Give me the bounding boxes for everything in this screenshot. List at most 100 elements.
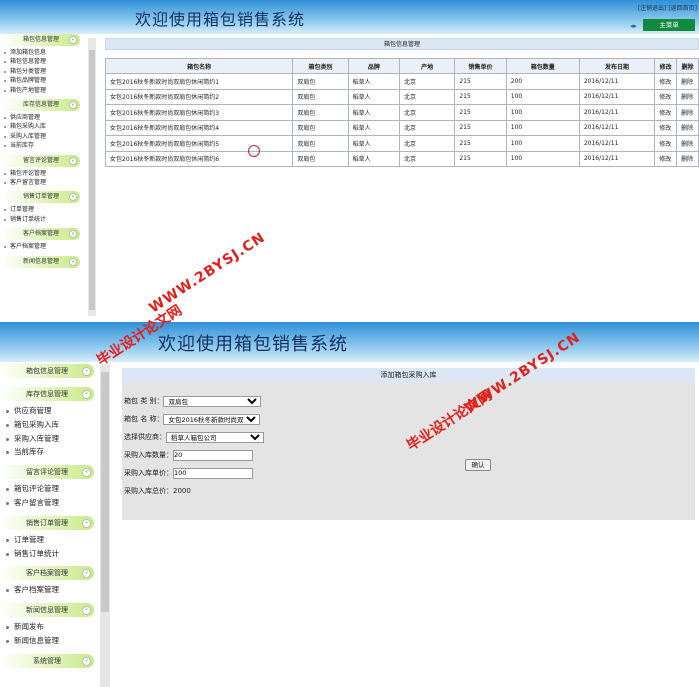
sidebar-item[interactable]: 供应商管理 — [4, 113, 96, 122]
sidebar-section-header[interactable]: 箱包信息管理 « — [0, 364, 94, 378]
sidebar-item[interactable]: 新闻发布 — [6, 620, 110, 634]
sidebar-section-title: 客户档案管理 — [22, 230, 59, 238]
category-select[interactable]: 双肩包 — [163, 395, 262, 407]
sidebar-section-header[interactable]: 销售订单管理 « — [2, 191, 80, 204]
sidebar-item[interactable]: 新闻信息管理 — [6, 634, 110, 648]
table-cell: 北京 — [399, 135, 456, 152]
collapse-icon[interactable]: « — [82, 367, 91, 376]
collapse-icon[interactable]: « — [69, 101, 77, 110]
collapse-icon[interactable]: « — [69, 230, 77, 239]
delete-link[interactable]: 删除 — [676, 150, 699, 167]
edit-link[interactable]: 修改 — [654, 104, 678, 121]
name-label: 箱包 名 称： — [124, 415, 164, 423]
sidebar-section-header[interactable]: 客户档案管理 « — [2, 228, 80, 241]
sidebar-item[interactable]: 添加箱包信息 — [4, 48, 96, 57]
collapse-icon[interactable]: « — [82, 518, 91, 528]
sidebar-item[interactable]: 客户档案管理 — [6, 583, 110, 597]
table-cell: 女包2016秋冬新款时尚双肩包休闲简约4 — [104, 119, 294, 136]
edit-link[interactable]: 修改 — [654, 150, 678, 167]
sidebar-item[interactable]: 订单管理 — [6, 533, 110, 547]
table-row: 女包2016秋冬新款时尚双肩包休闲简约6 双肩包 稻草人 北京 215 100 2016/1… — [104, 150, 699, 167]
sidebar-section-items: 箱包评论管理 客户留言管理 — [0, 479, 110, 516]
sidebar-section-header[interactable]: 新闻信息管理 « — [0, 603, 94, 618]
main-menu-button[interactable]: 主菜单 — [643, 19, 695, 31]
collapse-icon[interactable]: « — [82, 606, 91, 616]
collapse-icon[interactable]: « — [82, 468, 91, 478]
edit-link[interactable]: 修改 — [654, 88, 678, 105]
delete-link[interactable]: 删除 — [676, 135, 699, 152]
sidebar-item[interactable]: 订单管理 — [4, 205, 96, 214]
sidebar-item[interactable]: 客户档案管理 — [4, 242, 96, 251]
bag-table: 箱包名称 箱包类别 品牌 产地 销售单价 箱包数量 发布日期 修改 删除 女包2016秋冬新款时… — [104, 58, 699, 167]
sidebar-section-header[interactable]: 库存信息管理 « — [2, 99, 80, 112]
quantity-input[interactable] — [173, 449, 253, 461]
sidebar-section-title: 销售订单管理 — [22, 193, 59, 201]
collapse-icon[interactable]: « — [69, 156, 77, 165]
sidebar-item[interactable]: 客户留言管理 — [4, 178, 96, 187]
table-cell: 200 — [505, 73, 580, 90]
sidebar-section-header[interactable]: 库存信息管理 « — [0, 387, 94, 401]
sidebar-item[interactable]: 箱包产地管理 — [4, 86, 96, 95]
table-cell: 双肩包 — [292, 104, 349, 121]
table-cell: 双肩包 — [292, 135, 349, 152]
menu-arrows-icon: ◂▸ — [629, 22, 637, 30]
collapse-icon[interactable]: « — [69, 193, 77, 202]
collapse-icon[interactable]: « — [69, 257, 77, 266]
sidebar-item[interactable]: 销售订单统计 — [4, 215, 96, 224]
sidebar-section-header[interactable]: 留言评论管理 « — [2, 154, 80, 167]
delete-link[interactable]: 删除 — [676, 119, 699, 136]
sidebar-item[interactable]: 箱包品牌管理 — [4, 76, 96, 85]
table-cell: 北京 — [399, 150, 456, 167]
collapse-icon[interactable]: « — [82, 656, 91, 666]
bag-name-select[interactable]: 女包2016秋冬新款时尚双 — [163, 413, 261, 425]
home-link[interactable]: [返回首页] — [668, 5, 697, 12]
sidebar-section-items: 客户档案管理 — [0, 240, 96, 255]
sidebar-item[interactable]: 箱包采购入库 — [6, 418, 110, 432]
purchase-form: 箱包 类 别： 双肩包 箱包 名 称： 女包2016秋冬新款时尚双 选择供应商：… — [122, 382, 695, 500]
confirm-button[interactable]: 确认 — [465, 459, 491, 471]
column-header: 修改 — [654, 58, 678, 74]
collapse-icon[interactable]: « — [69, 36, 77, 44]
collapse-icon[interactable]: « — [82, 390, 91, 399]
collapse-icon[interactable]: « — [82, 569, 91, 579]
table-cell: 215 — [454, 73, 507, 90]
unit-price-input[interactable] — [173, 467, 253, 479]
sidebar-section-header[interactable]: 销售订单管理 « — [0, 515, 94, 530]
sidebar-item[interactable]: 当前库存 — [4, 141, 96, 150]
sidebar-section-header[interactable]: 客户档案管理 « — [0, 566, 94, 581]
sidebar-section-items: 供应商管理 箱包采购入库 采购入库管理 当前库存 — [0, 111, 96, 155]
sidebar-item[interactable]: 箱包信息管理 — [4, 57, 96, 66]
sidebar-item[interactable]: 采购入库管理 — [6, 432, 110, 446]
sidebar-item[interactable]: 销售订单统计 — [6, 547, 110, 561]
table-row: 女包2016秋冬新款时尚双肩包休闲简约4 双肩包 稻草人 北京 215 100 2016/1… — [104, 119, 699, 136]
table-row: 女包2016秋冬新款时尚双肩包休闲简约5 双肩包 稻草人 北京 215 100 2016/1… — [104, 135, 699, 152]
sidebar-item[interactable]: 客户留言管理 — [6, 496, 110, 510]
edit-link[interactable]: 修改 — [654, 119, 678, 136]
sidebar-section-header[interactable]: 留言评论管理 « — [0, 465, 94, 480]
table-cell: 北京 — [399, 119, 456, 136]
supplier-select[interactable]: 稻草人箱包公司 — [166, 431, 264, 443]
table-cell: 稻草人 — [347, 73, 401, 90]
sidebar-section-items: 新闻发布 新闻信息管理 — [0, 617, 110, 654]
sidebar-section-header[interactable]: 箱包信息管理 « — [2, 34, 80, 46]
sidebar-item[interactable]: 当前库存 — [6, 445, 110, 459]
purchase-form-panel: 添加箱包采购入库 箱包 类 别： 双肩包 箱包 名 称： 女包2016秋冬新款时… — [122, 368, 695, 520]
edit-link[interactable]: 修改 — [654, 73, 678, 90]
sidebar-item[interactable]: 供应商管理 — [6, 404, 110, 418]
sidebar-section-header[interactable]: 系统管理 « — [0, 653, 94, 668]
sidebar-item[interactable]: 箱包评论管理 — [6, 482, 110, 496]
sidebar-item[interactable]: 箱包采购入库 — [4, 122, 96, 131]
unit-price-label: 采购入库单价： — [124, 469, 173, 477]
delete-link[interactable]: 删除 — [676, 73, 699, 90]
logout-link[interactable]: [注销退出] — [638, 5, 667, 12]
table-cell: 稻草人 — [347, 119, 401, 136]
sidebar-item[interactable]: 箱包分类管理 — [4, 67, 96, 76]
edit-link[interactable]: 修改 — [654, 135, 678, 152]
sidebar-section-header[interactable]: 新闻信息管理 « — [2, 255, 80, 268]
sidebar-item[interactable]: 采购入库管理 — [4, 132, 96, 141]
sidebar-section-title: 销售订单管理 — [26, 518, 68, 527]
delete-link[interactable]: 删除 — [676, 88, 699, 105]
delete-link[interactable]: 删除 — [676, 104, 699, 121]
app-title: 欢迎使用箱包销售系统 — [135, 10, 306, 29]
sidebar-item[interactable]: 箱包评论管理 — [4, 169, 96, 178]
